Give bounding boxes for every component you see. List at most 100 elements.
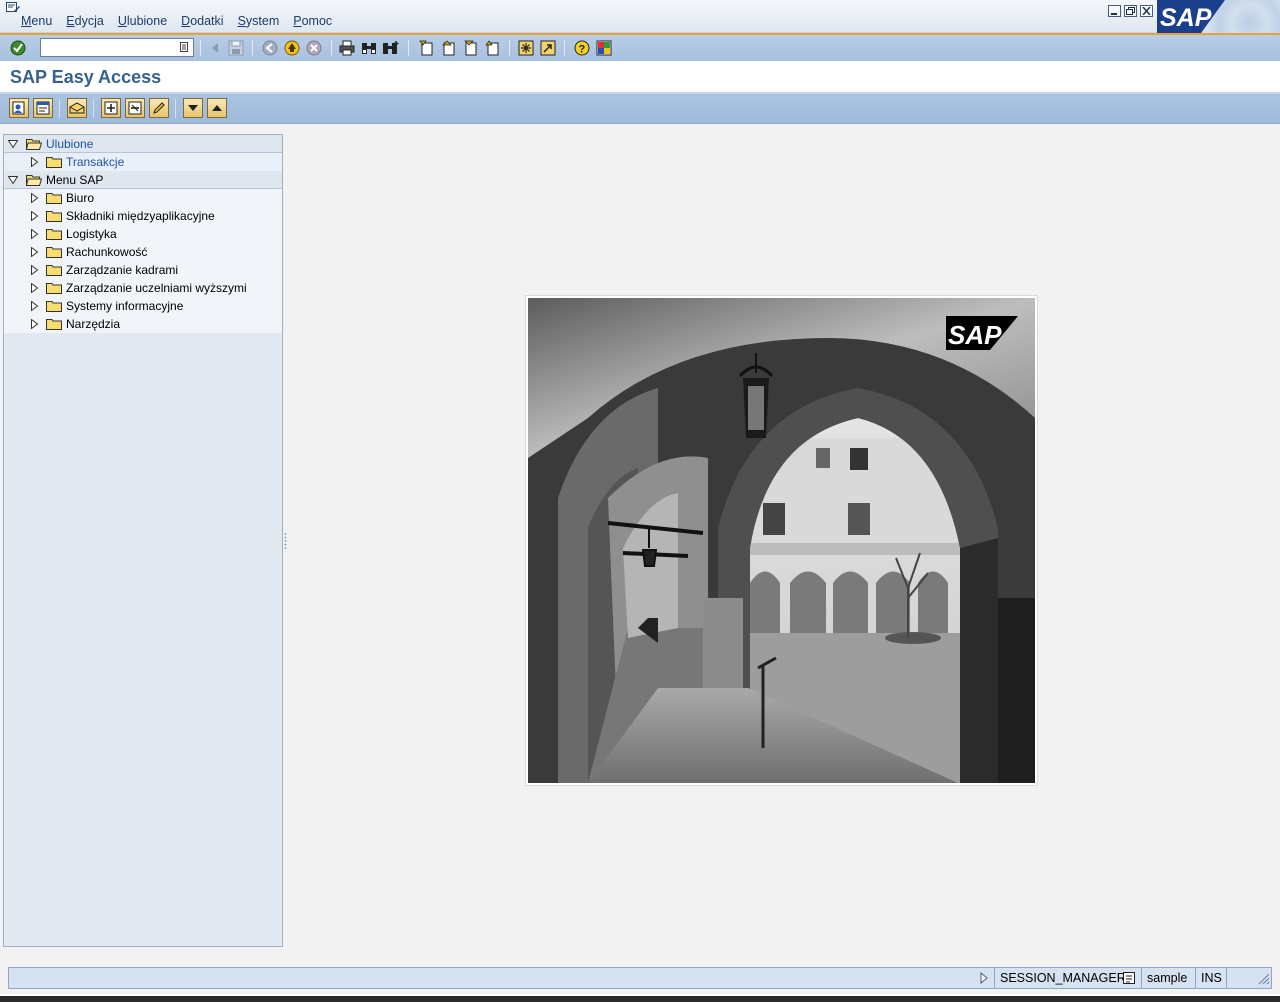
- tree-node-rachunkowosc[interactable]: Rachunkowość: [4, 243, 282, 261]
- tree-label-favorites[interactable]: Ulubione: [46, 137, 93, 151]
- menu-item-dodatki[interactable]: Dodatki: [174, 14, 230, 28]
- restore-button[interactable]: [1124, 5, 1137, 17]
- command-history-icon[interactable]: [180, 42, 189, 53]
- user-menu-icon: [12, 101, 25, 115]
- tree-node-biuro[interactable]: Biuro: [4, 189, 282, 207]
- move-down-button[interactable]: [183, 98, 203, 118]
- find-next-button[interactable]: [382, 39, 400, 57]
- collapsed-triangle-icon[interactable]: [29, 319, 39, 329]
- tree-node-transakcje[interactable]: Transakcje: [4, 153, 282, 171]
- folder-icon: [46, 319, 62, 330]
- page-title: SAP Easy Access: [10, 67, 162, 87]
- tree-node-skladniki-miedzyaplikacyjne[interactable]: Składniki międzyaplikacyjne: [4, 207, 282, 225]
- binoculars-icon: [362, 43, 376, 54]
- tree-node-narzedzia[interactable]: Narzędzia: [4, 315, 282, 333]
- tree-label[interactable]: Zarządzanie kadrami: [66, 263, 178, 277]
- tree-node-favorites[interactable]: Ulubione: [4, 135, 282, 153]
- tree-node-zarzadzanie-kadrami[interactable]: Zarządzanie kadrami: [4, 261, 282, 279]
- svg-text:SAP: SAP: [1160, 4, 1212, 32]
- add-to-favorites-button[interactable]: [101, 98, 121, 118]
- save-button[interactable]: [227, 39, 245, 57]
- splitter-grip-icon[interactable]: [284, 532, 287, 549]
- delete-favorite-button[interactable]: [125, 98, 145, 118]
- layout-menu-button[interactable]: [595, 39, 613, 57]
- status-expand-triangle-icon[interactable]: [979, 972, 989, 984]
- add-favorite-icon: [104, 101, 118, 115]
- next-page-button[interactable]: [461, 39, 479, 57]
- enter-button[interactable]: [9, 39, 27, 57]
- first-page-button[interactable]: [417, 39, 435, 57]
- exit-button[interactable]: [283, 39, 301, 57]
- status-bar: SESSION_MANAGER sample INS: [8, 967, 1272, 989]
- help-button[interactable]: ?: [573, 39, 591, 57]
- cancel-button[interactable]: [305, 39, 323, 57]
- tree-label[interactable]: Logistyka: [66, 227, 117, 241]
- menu-item-pomoc[interactable]: Pomoc: [286, 14, 339, 28]
- pencil-icon: [153, 102, 165, 114]
- last-page-button[interactable]: [483, 39, 501, 57]
- toolbar-separator: [564, 40, 565, 56]
- minimize-button[interactable]: [1108, 5, 1121, 17]
- command-field[interactable]: [40, 38, 194, 57]
- tree-node-logistyka[interactable]: Logistyka: [4, 225, 282, 243]
- triangle-left-icon: [212, 43, 218, 53]
- inbox-icon: [69, 102, 85, 114]
- collapsed-triangle-icon[interactable]: [29, 229, 39, 239]
- tree-label[interactable]: Biuro: [66, 191, 94, 205]
- user-menu-button[interactable]: [9, 98, 29, 118]
- collapsed-triangle-icon[interactable]: [29, 157, 39, 167]
- layout-palette-icon: [596, 40, 612, 56]
- tree-node-zarzadzanie-uczelniami[interactable]: Zarządzanie uczelniami wyższymi: [4, 279, 282, 297]
- previous-page-button[interactable]: [439, 39, 457, 57]
- back-button[interactable]: [261, 39, 279, 57]
- expanded-triangle-icon[interactable]: [8, 175, 18, 185]
- menu-item-menu[interactable]: Menu: [14, 14, 59, 28]
- menu-item-system[interactable]: System: [231, 14, 287, 28]
- collapsed-triangle-icon[interactable]: [29, 301, 39, 311]
- tree-node-systemy-informacyjne[interactable]: Systemy informacyjne: [4, 297, 282, 315]
- expanded-triangle-icon[interactable]: [8, 139, 18, 149]
- tree-label-sap-menu[interactable]: Menu SAP: [46, 173, 103, 187]
- sap-menu-children: Biuro Składniki międzyaplikacyjne Logistyk…: [4, 189, 282, 333]
- find-button[interactable]: [360, 39, 378, 57]
- tree-label[interactable]: Systemy informacyjne: [66, 299, 183, 313]
- back-arrow-button[interactable]: [206, 39, 224, 57]
- window-controls: [1108, 5, 1153, 17]
- business-workplace-button[interactable]: [67, 98, 87, 118]
- tree-label[interactable]: Rachunkowość: [66, 245, 147, 259]
- folder-icon: [46, 265, 62, 276]
- tree-label[interactable]: Składniki międzyaplikacyjne: [66, 209, 215, 223]
- sap-menu-button[interactable]: [33, 98, 53, 118]
- tree-label[interactable]: Zarządzanie uczelniami wyższymi: [66, 281, 247, 295]
- close-window-button[interactable]: [1140, 5, 1153, 17]
- toolbar-separator: [252, 40, 253, 56]
- collapsed-triangle-icon[interactable]: [29, 193, 39, 203]
- collapsed-triangle-icon[interactable]: [29, 265, 39, 275]
- status-empty-cell: [1226, 968, 1252, 988]
- status-client: sample: [1141, 968, 1197, 988]
- change-favorite-button[interactable]: [149, 98, 169, 118]
- checkmark-icon: [10, 40, 26, 56]
- print-button[interactable]: [338, 39, 356, 57]
- menu-bar: Menu Edycja Ulubione Dodatki System Pomo…: [0, 0, 1280, 33]
- window-bottom-edge: [0, 994, 1280, 1002]
- tree-label-transakcje[interactable]: Transakcje: [66, 155, 124, 169]
- menu-item-ulubione[interactable]: Ulubione: [111, 14, 174, 28]
- collapsed-triangle-icon[interactable]: [29, 211, 39, 221]
- resize-grip-icon[interactable]: [1256, 971, 1270, 985]
- system-info-icon[interactable]: [1123, 972, 1136, 984]
- system-menu-icon[interactable]: [6, 2, 20, 13]
- title-bar: SAP Easy Access: [0, 61, 1280, 94]
- tree-label[interactable]: Narzędzia: [66, 317, 120, 331]
- sap-logo: SAP: [1157, 0, 1225, 33]
- shortcut-icon: [540, 40, 556, 56]
- move-up-button[interactable]: [207, 98, 227, 118]
- create-shortcut-button[interactable]: [539, 39, 557, 57]
- tree-node-sap-menu[interactable]: Menu SAP: [4, 171, 282, 189]
- printer-icon: [339, 40, 355, 56]
- menu-item-edycja[interactable]: Edycja: [59, 14, 111, 28]
- collapsed-triangle-icon[interactable]: [29, 283, 39, 293]
- floppy-disk-icon: [228, 40, 244, 56]
- create-session-button[interactable]: [517, 39, 535, 57]
- collapsed-triangle-icon[interactable]: [29, 247, 39, 257]
